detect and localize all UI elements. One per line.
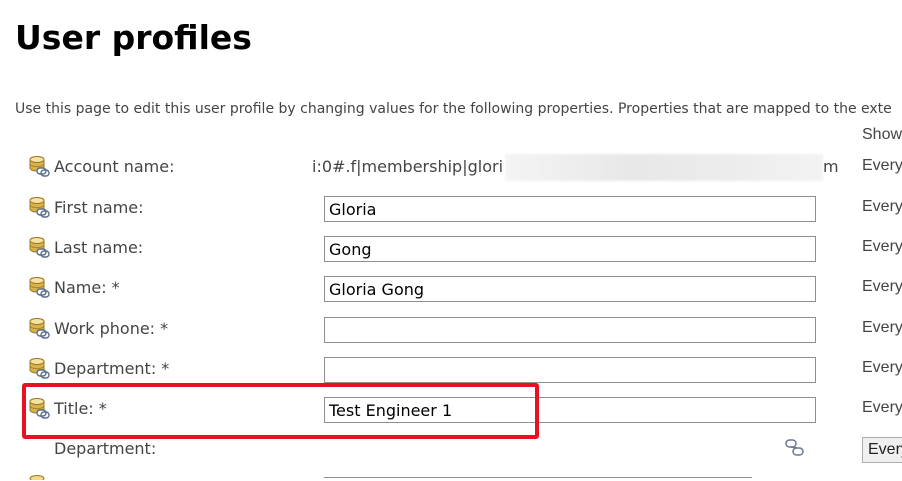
- account-name-value-end: m: [823, 157, 839, 176]
- first-name-input[interactable]: [324, 196, 816, 222]
- link-icon[interactable]: [785, 438, 805, 458]
- database-link-icon: [29, 276, 50, 298]
- privacy-first-name: Every: [862, 198, 902, 215]
- name-input[interactable]: [324, 276, 816, 302]
- department-label: Department: *: [54, 359, 170, 378]
- work-phone-input[interactable]: [324, 317, 816, 343]
- title-input[interactable]: [324, 397, 816, 423]
- database-link-icon: [29, 196, 50, 218]
- database-link-icon: [29, 475, 45, 480]
- privacy-last-name: Every: [862, 238, 902, 255]
- privacy-name: Every: [862, 278, 902, 295]
- last-name-input[interactable]: [324, 236, 816, 262]
- database-link-icon: [29, 155, 50, 177]
- privacy-department: Every: [862, 359, 902, 376]
- privacy-account: Every: [862, 157, 902, 174]
- privacy-work-phone: Every: [862, 319, 902, 336]
- page-title: User profiles: [15, 18, 252, 57]
- name-label: Name: *: [54, 278, 120, 297]
- account-name-value: i:0#.f|membership|glori: [312, 157, 504, 176]
- work-phone-label: Work phone: *: [54, 319, 169, 338]
- next-input-edge: [324, 477, 752, 481]
- title-label: Title: *: [54, 399, 107, 418]
- last-name-label: Last name:: [54, 238, 144, 257]
- department-taxonomy-label: Department:: [54, 439, 157, 458]
- privacy-title: Every: [862, 399, 902, 416]
- database-link-icon: [29, 357, 50, 379]
- first-name-label: First name:: [54, 198, 144, 217]
- privacy-select-department[interactable]: Every: [862, 437, 902, 463]
- show-to-column-header: Show: [862, 126, 902, 143]
- database-link-icon: [29, 397, 50, 419]
- page-description: Use this page to edit this user profile …: [15, 101, 892, 117]
- redacted-region: [505, 154, 823, 181]
- department-input[interactable]: [324, 357, 816, 383]
- database-link-icon: [29, 317, 50, 339]
- account-name-label: Account name:: [54, 157, 175, 176]
- database-link-icon: [29, 236, 50, 258]
